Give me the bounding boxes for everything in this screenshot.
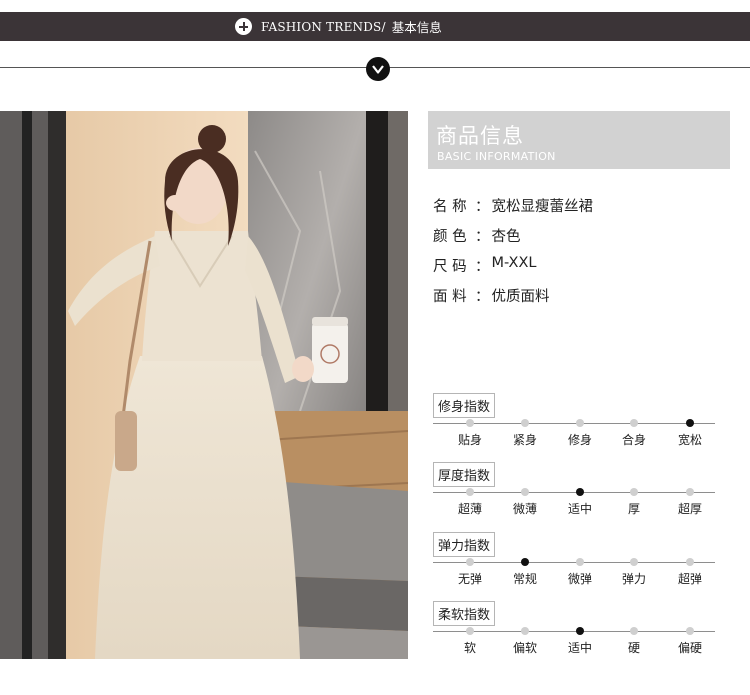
scale-softness: 柔软指数软 偏软 适中 硬 偏硬 (433, 601, 715, 661)
scale-dot (466, 558, 474, 566)
scale-option-label: 超弹 (677, 572, 703, 586)
scale-track (433, 631, 715, 632)
scale-option-label: 厚 (627, 502, 641, 516)
scale-dot (630, 419, 638, 427)
scale-option-label: 硬 (627, 641, 641, 655)
scale-track (433, 423, 715, 424)
scale-category-label: 弹力指数 (433, 532, 496, 557)
scale-dot (630, 627, 638, 635)
scale-dot (686, 558, 694, 566)
scale-option-label: 超厚 (677, 502, 703, 516)
scale-option-label: 适中 (567, 641, 593, 655)
spec-value: 杏色 (491, 229, 521, 245)
plus-circle-icon (235, 18, 252, 35)
spec-row-size: 尺 码： M-XXL (433, 255, 537, 275)
scale-dot (686, 488, 694, 496)
scale-option-label: 微弹 (567, 572, 593, 586)
scale-dot (466, 627, 474, 635)
scale-dot (466, 419, 474, 427)
banner-title-en: FASHION TRENDS/ (261, 19, 386, 34)
scale-option-label: 紧身 (512, 433, 538, 447)
spec-key: 面 料 (433, 289, 467, 305)
scale-option-label: 微薄 (512, 502, 538, 516)
info-title-en: BASIC INFORMATION (437, 150, 556, 163)
spec-key: 颜 色 (433, 229, 467, 245)
scale-option-label: 软 (463, 641, 477, 655)
scale-dot (686, 627, 694, 635)
scale-option-label: 合身 (621, 433, 647, 447)
banner-content: FASHION TRENDS/ 基本信息 (235, 16, 442, 37)
scale-dot (630, 558, 638, 566)
scale-category-label: 修身指数 (433, 393, 496, 418)
banner-title-cn: 基本信息 (391, 20, 442, 35)
scale-option-label: 弹力 (621, 572, 647, 586)
info-title-cn: 商品信息 (436, 124, 524, 148)
spec-row-color: 颜 色：杏色 (433, 225, 521, 246)
spec-key: 尺 码 (433, 259, 467, 275)
product-photo (0, 111, 408, 659)
spec-value: M-XXL (491, 255, 537, 271)
scale-elasticity: 弹力指数无弹 常规 微弹 弹力 超弹 (433, 532, 715, 592)
scale-dot-selected (576, 627, 584, 635)
spec-value: 优质面料 (491, 289, 550, 305)
scale-dot (521, 627, 529, 635)
scale-dot (521, 488, 529, 496)
scale-dot-selected (521, 558, 529, 566)
scale-option-label: 偏硬 (677, 641, 703, 655)
spec-row-fabric: 面 料：优质面料 (433, 285, 550, 306)
scale-option-label: 贴身 (457, 433, 483, 447)
scale-dot (466, 488, 474, 496)
chevron-down-icon (366, 57, 390, 81)
scale-category-label: 厚度指数 (433, 462, 496, 487)
scale-option-label: 修身 (567, 433, 593, 447)
scale-track (433, 492, 715, 493)
scale-track (433, 562, 715, 563)
spec-value: 宽松显瘦蕾丝裙 (491, 199, 594, 215)
scale-dot-selected (686, 419, 694, 427)
scale-dot-selected (576, 488, 584, 496)
scale-dot (630, 488, 638, 496)
scale-option-label: 适中 (567, 502, 593, 516)
info-header: 商品信息 BASIC INFORMATION (428, 111, 730, 169)
scale-option-label: 超薄 (457, 502, 483, 516)
scale-option-label: 偏软 (512, 641, 538, 655)
scale-option-label: 无弹 (457, 572, 483, 586)
top-banner: FASHION TRENDS/ 基本信息 (0, 12, 750, 41)
spec-row-name: 名 称：宽松显瘦蕾丝裙 (433, 195, 593, 216)
scale-option-label: 宽松 (677, 433, 703, 447)
scale-thickness: 厚度指数超薄 微薄 适中 厚 超厚 (433, 462, 715, 522)
scale-dot (521, 419, 529, 427)
scale-dot (576, 558, 584, 566)
scale-option-label: 常规 (512, 572, 538, 586)
scale-fit: 修身指数贴身 紧身 修身 合身 宽松 (433, 393, 715, 453)
scale-category-label: 柔软指数 (433, 601, 496, 626)
scale-dot (576, 419, 584, 427)
spec-key: 名 称 (433, 199, 467, 215)
